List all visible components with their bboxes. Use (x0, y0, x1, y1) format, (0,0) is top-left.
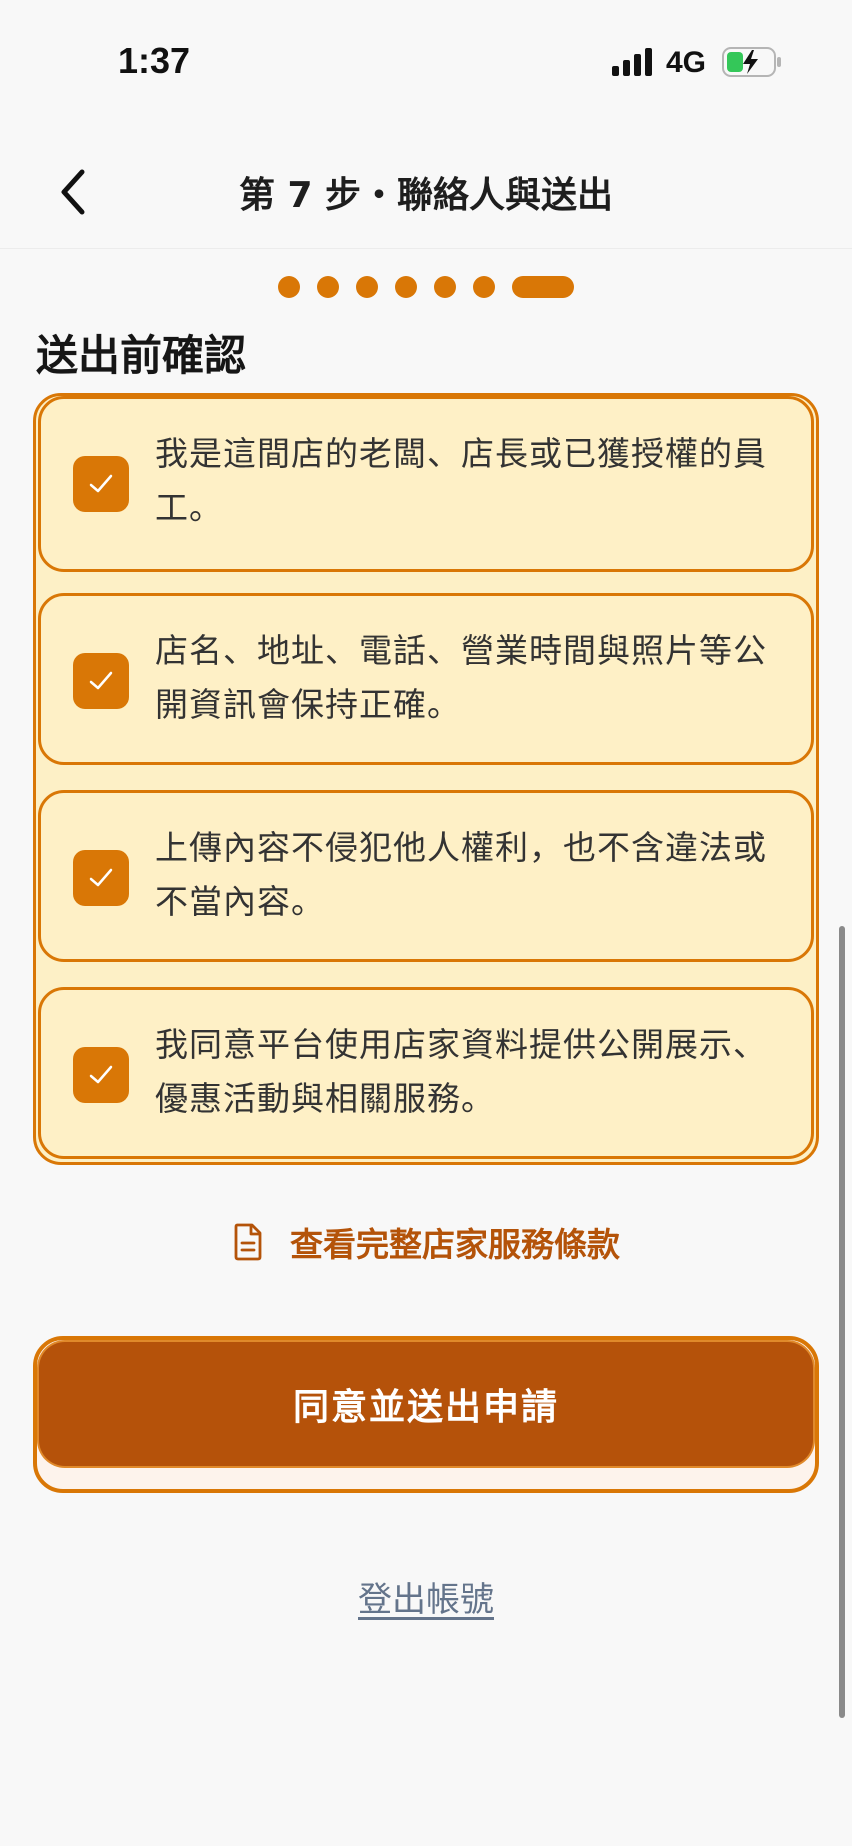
status-bar: 1:37 4G (0, 0, 852, 120)
confirmation-checklist: 我是這間店的老闆、店長或已獲授權的員工。 店名、地址、電話、營業時間與照片等公開… (33, 393, 819, 1165)
confirmation-item[interactable]: 我是這間店的老闆、店長或已獲授權的員工。 (38, 396, 814, 572)
submit-button-frame: 同意並送出申請 (33, 1336, 819, 1493)
signal-bars-icon (612, 48, 652, 76)
checkbox-checked[interactable] (73, 850, 129, 906)
confirmation-item[interactable]: 店名、地址、電話、營業時間與照片等公開資訊會保持正確。 (38, 593, 814, 765)
confirmation-text: 店名、地址、電話、營業時間與照片等公開資訊會保持正確。 (155, 631, 767, 724)
document-icon (234, 1223, 262, 1261)
step-dot-current (512, 276, 574, 298)
step-progress-indicator (278, 276, 574, 298)
submit-button[interactable]: 同意並送出申請 (39, 1342, 813, 1466)
step-dot (317, 276, 339, 298)
step-dot (278, 276, 300, 298)
confirmation-item[interactable]: 我同意平台使用店家資料提供公開展示、優惠活動與相關服務。 (38, 987, 814, 1159)
section-title: 送出前確認 (36, 331, 247, 380)
confirmation-text: 上傳內容不侵犯他人權利，也不含違法或不當內容。 (155, 828, 767, 921)
logout-link[interactable]: 登出帳號 (0, 1572, 852, 1621)
checkmark-icon (89, 474, 113, 493)
checkbox-checked[interactable] (73, 1047, 129, 1103)
step-dot (473, 276, 495, 298)
confirmation-text: 我同意平台使用店家資料提供公開展示、優惠活動與相關服務。 (155, 1025, 767, 1118)
status-time: 1:37 (118, 40, 191, 81)
top-nav-header: 第 7 步・聯絡人與送出 (0, 140, 852, 249)
step-dot (395, 276, 417, 298)
terms-link[interactable]: 查看完整店家服務條款 (0, 1218, 852, 1266)
confirmation-item[interactable]: 上傳內容不侵犯他人權利，也不含違法或不當內容。 (38, 790, 814, 962)
page-title: 第 7 步・聯絡人與送出 (238, 175, 614, 216)
battery-charging-icon (722, 47, 781, 77)
checkbox-checked[interactable] (73, 456, 129, 512)
scrollbar[interactable] (839, 926, 845, 1718)
checkmark-icon (89, 1065, 113, 1084)
checkbox-checked[interactable] (73, 653, 129, 709)
checkmark-icon (89, 671, 113, 690)
step-dot (356, 276, 378, 298)
terms-link-label[interactable]: 查看完整店家服務條款 (290, 1218, 620, 1266)
step-dot (434, 276, 456, 298)
network-type: 4G (666, 46, 707, 79)
confirmation-text: 我是這間店的老闆、店長或已獲授權的員工。 (155, 434, 767, 527)
screen: 1:37 4G 第 7 步・聯絡人與送出 送出前確認 我是這間店的老闆、店長或已… (0, 0, 852, 1846)
checkmark-icon (89, 868, 113, 887)
